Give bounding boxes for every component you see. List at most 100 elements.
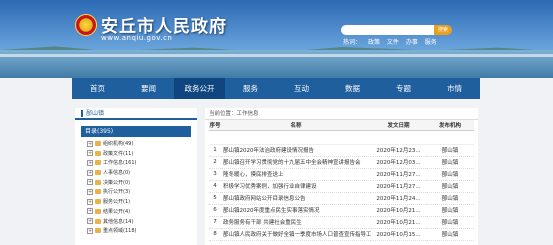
main-nav: 首页 要闻 政务公开 服务 互动 数据 专题 市情 <box>72 78 480 99</box>
tree-item-label: 人事信息(0) <box>103 170 131 177</box>
row-number: 4 <box>209 180 221 193</box>
folder-icon <box>95 160 101 166</box>
hotword-link[interactable]: 办事 <box>406 39 418 46</box>
table-row[interactable]: 4 积极学习优秀案例，加强行业自律建设 2020年11月27... 郚山镇 <box>209 180 474 193</box>
row-date: 2020年11月27... <box>371 168 426 181</box>
tree-item[interactable]: + 组织机构(49) <box>87 140 197 150</box>
table-row[interactable]: 6 郚山镇2020年度重点民生实事落实情况 2020年10月21... 郚山镇 <box>209 204 474 217</box>
tree-item[interactable]: + 人事信息(0) <box>87 169 197 179</box>
row-org: 郚山镇 <box>426 216 474 229</box>
nav-item-service[interactable]: 服务 <box>225 78 276 99</box>
row-date: 2020年11月27... <box>371 180 426 193</box>
folder-icon <box>95 199 101 205</box>
row-number: 3 <box>209 168 221 181</box>
hotword-link[interactable]: 文件 <box>387 39 399 46</box>
header-accent-bar <box>81 110 83 117</box>
row-date: 2020年12月23... <box>371 144 426 157</box>
expand-icon[interactable]: + <box>87 159 93 166</box>
tree-item[interactable]: + 决策公开(0) <box>87 179 197 189</box>
tree-item-label: 执行公开(3) <box>103 189 131 196</box>
site-url: www.anqiu.gov.cn <box>101 34 173 42</box>
nav-item-news[interactable]: 要闻 <box>123 78 174 99</box>
nav-item-gov-affairs[interactable]: 政务公开 <box>174 78 225 99</box>
expand-icon[interactable]: + <box>87 179 93 186</box>
expand-icon[interactable]: + <box>87 218 93 224</box>
directory-root[interactable]: 目录(395) <box>81 126 191 137</box>
row-title-link[interactable]: 郚山镇2020年法治政府建设情况报告 <box>221 144 371 157</box>
expand-icon[interactable]: + <box>87 208 93 215</box>
row-number: 7 <box>209 216 221 229</box>
row-title-link[interactable]: 积极学习优秀案例，加强行业自律建设 <box>221 180 371 193</box>
tree-item[interactable]: + 重点领域(118) <box>87 227 197 237</box>
empty-row <box>209 130 474 145</box>
search-button[interactable]: 搜索 <box>434 25 452 35</box>
row-title-link[interactable]: 隆冬暖心，摸底排查送上 <box>221 168 371 181</box>
banner-bridge <box>0 54 553 57</box>
row-title-link[interactable]: 政务服务有干部 共建社会重民生 <box>221 216 371 229</box>
row-date: 2020年11月24... <box>371 192 426 205</box>
folder-icon <box>95 170 101 176</box>
tree-item-label: 决策公开(0) <box>103 179 131 186</box>
directory-tree: + 组织机构(49) + 政策文件(11) + 工作信息(161) + 人事信息(0) … <box>87 140 197 237</box>
breadcrumb: 当前位置：工作信息 <box>205 108 478 120</box>
nav-item-interaction[interactable]: 互动 <box>276 78 327 99</box>
expand-icon[interactable]: + <box>87 188 93 195</box>
expand-icon[interactable]: + <box>87 198 93 205</box>
row-title-link[interactable]: 郚山镇政府网站公开目录信息公告 <box>221 192 371 205</box>
tree-item[interactable]: + 工作信息(161) <box>87 159 197 169</box>
row-date: 2020年12月03... <box>371 156 426 169</box>
table-row[interactable]: 2 郚山镇召开学习贯彻党的十九届五中全会精神宣讲报告会 2020年12月03..… <box>209 156 474 169</box>
tree-item[interactable]: + 服务公开(1) <box>87 198 197 208</box>
expand-icon[interactable]: + <box>87 227 93 234</box>
table-row[interactable]: 8 郚山镇人民政府关于做好全镇一季度市场人口普查宣传指导工作的通知 2020年1… <box>209 228 474 241</box>
row-date: 2020年10月15... <box>371 228 426 241</box>
row-org: 郚山镇 <box>426 192 474 205</box>
row-title-link[interactable]: 郚山镇人民政府关于做好全镇一季度市场人口普查宣传指导工作的通知 <box>221 228 371 241</box>
header-banner: 安丘市人民政府 www.anqiu.gov.cn 搜索 热词： 政策 文件 办事… <box>0 0 553 78</box>
nav-item-data[interactable]: 数据 <box>327 78 378 99</box>
folder-icon <box>95 141 101 146</box>
search-input[interactable] <box>341 25 434 35</box>
table-row[interactable]: 7 政务服务有干部 共建社会重民生 2020年10月21... 郚山镇 <box>209 216 474 229</box>
folder-icon <box>95 208 101 214</box>
left-panel-title: 郚山镇 <box>86 110 105 117</box>
tree-item-label: 重点领域(118) <box>103 228 137 235</box>
tree-item[interactable]: + 政策文件(11) <box>87 150 197 160</box>
tree-item[interactable]: + 其他信息(14) <box>87 218 197 228</box>
left-panel-header: 郚山镇 <box>75 108 197 120</box>
tree-item-label: 政策文件(11) <box>103 150 134 157</box>
nav-item-city-info[interactable]: 市情 <box>429 78 480 99</box>
tree-item[interactable]: + 执行公开(3) <box>87 188 197 198</box>
row-date: 2020年10月21... <box>371 204 426 217</box>
table-header-row: 序号 名称 发文日期 发布机构 <box>209 120 474 131</box>
table-row[interactable]: 3 隆冬暖心，摸底排查送上 2020年11月27... 郚山镇 <box>209 168 474 181</box>
expand-icon[interactable]: + <box>87 150 93 157</box>
row-org: 郚山镇 <box>426 180 474 193</box>
hotwords-label: 热词： <box>343 39 362 46</box>
expand-icon[interactable]: + <box>87 169 93 176</box>
page: 安丘市人民政府 www.anqiu.gov.cn 搜索 热词： 政策 文件 办事… <box>0 0 553 245</box>
table-row[interactable]: 5 郚山镇政府网站公开目录信息公告 2020年11月24... 郚山镇 <box>209 192 474 205</box>
folder-icon <box>95 189 101 195</box>
expand-icon[interactable]: + <box>87 140 93 147</box>
column-header: 序号 <box>209 120 221 131</box>
tree-item-label: 结果公开(4) <box>103 208 131 215</box>
row-number: 5 <box>209 192 221 205</box>
tree-item[interactable]: + 结果公开(4) <box>87 208 197 218</box>
row-title-link[interactable]: 郚山镇2020年度重点民生实事落实情况 <box>221 204 371 217</box>
tree-item-label: 服务公开(1) <box>103 199 131 206</box>
column-header: 发布机构 <box>426 120 474 131</box>
table-row[interactable]: 1 郚山镇2020年法治政府建设情况报告 2020年12月23... 郚山镇 <box>209 144 474 157</box>
hotword-link[interactable]: 政策 <box>368 39 380 46</box>
row-number: 2 <box>209 156 221 169</box>
row-org: 郚山镇 <box>426 156 474 169</box>
row-number: 1 <box>209 144 221 157</box>
folder-icon <box>95 228 101 234</box>
nav-item-home[interactable]: 首页 <box>72 78 123 99</box>
nav-item-topics[interactable]: 专题 <box>378 78 429 99</box>
row-number: 8 <box>209 228 221 241</box>
row-title-link[interactable]: 郚山镇召开学习贯彻党的十九届五中全会精神宣讲报告会 <box>221 156 371 169</box>
tree-item-label: 其他信息(14) <box>103 218 134 225</box>
row-org: 郚山镇 <box>426 144 474 157</box>
hotword-link[interactable]: 服务 <box>425 39 437 46</box>
